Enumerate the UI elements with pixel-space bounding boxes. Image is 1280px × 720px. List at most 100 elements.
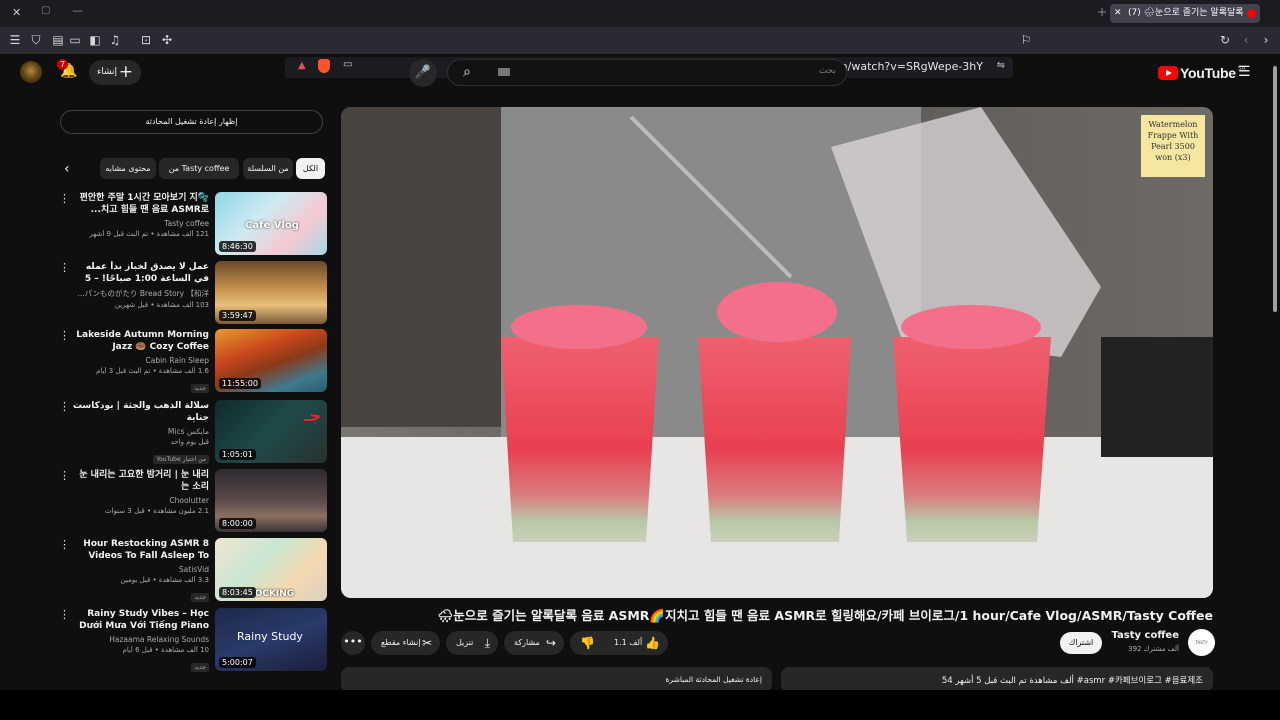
video-thumbnail[interactable]: Cafe Vlog 8:46:30 bbox=[215, 192, 327, 255]
share-label: مشاركة bbox=[514, 638, 540, 647]
chevron-left-icon[interactable]: ‹ bbox=[64, 160, 70, 178]
window-close-icon[interactable]: ✕ bbox=[12, 6, 21, 19]
channel-name[interactable]: Tasty coffee bbox=[1112, 630, 1179, 641]
browser-toolbar: ☰ ⛉ ▤ ▭ ◧ ♫ ⊡ ✣ ▲ ▭ youtube.com/watch?v=… bbox=[0, 27, 1280, 78]
list-item[interactable]: Cafe Vlog 8:46:30 ⋮ 🫧편안한 주말 1시간 모아보기 지치고… bbox=[55, 192, 327, 256]
video-thumbnail[interactable]: 8:00:00 bbox=[215, 469, 327, 532]
list-item[interactable]: RESTOCKING 8:03:45 ⋮ 8 Hour Restocking A… bbox=[55, 538, 327, 602]
video-thumbnail[interactable]: 3:59:47 bbox=[215, 261, 327, 324]
video-stats: قبل يوم واحد bbox=[170, 438, 209, 446]
reload-icon[interactable]: ↻ bbox=[1217, 32, 1233, 48]
menu-icon[interactable]: ☰ bbox=[7, 32, 23, 48]
keyboard-icon[interactable] bbox=[498, 68, 510, 76]
video-stats: 103 ألف مشاهدة • قبل شهرين bbox=[114, 301, 209, 309]
chip-from-channel[interactable]: من Tasty coffee bbox=[159, 158, 239, 179]
like-dislike-group: 👎 1.1 ألف 👍 bbox=[570, 631, 668, 655]
more-options-icon[interactable]: ⋮ bbox=[59, 401, 70, 412]
bookmark-icon[interactable]: ⚐ bbox=[1018, 32, 1034, 48]
background-shelf bbox=[341, 107, 511, 427]
youtube-logo[interactable]: YouTube SA bbox=[1158, 63, 1246, 83]
new-tab-icon[interactable]: + bbox=[1097, 5, 1107, 19]
video-title: 8 Hour Restocking ASMR Videos To Fall As… bbox=[83, 539, 209, 561]
like-button[interactable]: 👍 bbox=[645, 631, 660, 655]
tab-close-icon[interactable]: ✕ bbox=[1114, 4, 1122, 23]
channel-name: Tasty coffee bbox=[164, 219, 209, 228]
channel-avatar[interactable]: TASTY COFFEE bbox=[1188, 629, 1215, 672]
cup-middle bbox=[698, 282, 851, 542]
list-item[interactable]: 11:55:00 ⋮ Lakeside Autumn Morning Jazz … bbox=[55, 329, 327, 393]
back-icon[interactable]: ‹ bbox=[1238, 32, 1254, 48]
scrollbar-thumb[interactable] bbox=[1273, 66, 1277, 312]
thumbnail-caption: Cafe Vlog bbox=[245, 220, 299, 231]
video-title: Rainy Study Vibes – Học Dưới Mưa Với Tiế… bbox=[79, 609, 209, 631]
clip-button[interactable]: إنشاء مقطع ✂ bbox=[371, 631, 440, 655]
active-tab[interactable]: ✕ (7) 🌧눈으로 즐기는 알록달록 bbox=[1110, 4, 1260, 23]
new-badge: جديد bbox=[191, 384, 209, 393]
chip-all[interactable]: الكل bbox=[296, 158, 325, 179]
list-item[interactable]: 3:59:47 ⋮ عمل لا يصدق لخباز بدأ عمله في … bbox=[55, 261, 327, 325]
description-box[interactable]: 54 ألف مشاهدة تم البث قبل 5 أشهر #asmr #… bbox=[781, 667, 1213, 692]
more-options-icon[interactable]: ⋮ bbox=[59, 609, 70, 620]
voice-search-icon[interactable]: 🎤 bbox=[409, 59, 437, 87]
duration-badge: 5:00:07 bbox=[219, 657, 256, 668]
show-chat-replay-button[interactable]: إظهار إعادة تشغيل المحادثة bbox=[60, 110, 323, 134]
more-options-icon[interactable]: ⋮ bbox=[59, 470, 70, 481]
curated-badge: من اختيار YouTube bbox=[153, 455, 209, 464]
list-item[interactable]: Rainy Study 5:00:07 ⋮ Rainy Study Vibes … bbox=[55, 608, 327, 672]
more-actions-icon[interactable]: ••• bbox=[341, 631, 365, 655]
list-item[interactable]: جـ 1:05:01 ⋮ سلالة الذهب والجثة | بودكاس… bbox=[55, 400, 327, 464]
more-options-icon[interactable]: ⋮ bbox=[59, 539, 70, 550]
shield-icon[interactable]: ⛉ bbox=[28, 32, 44, 48]
duration-badge: 8:00:00 bbox=[219, 518, 256, 529]
video-title: 눈 내리는 고요한 밤거리 | 눈 내리는 소리 bbox=[79, 470, 209, 492]
search-box[interactable]: بحث bbox=[447, 59, 847, 86]
chip-related[interactable]: محتوى مشابه bbox=[100, 158, 156, 179]
dislike-button[interactable]: 👎 bbox=[580, 631, 595, 655]
video-thumbnail[interactable]: Rainy Study 5:00:07 bbox=[215, 608, 327, 671]
chip-from-series[interactable]: من السلسلة bbox=[243, 158, 293, 179]
more-options-icon[interactable]: ⋮ bbox=[59, 262, 70, 273]
extensions-icon[interactable]: ✣ bbox=[159, 32, 175, 48]
screenshot-icon[interactable]: ⊡ bbox=[138, 32, 154, 48]
cup-left bbox=[501, 305, 659, 542]
duration-badge: 8:46:30 bbox=[219, 241, 256, 252]
subscriber-count: 392 ألف مشترك bbox=[1128, 645, 1179, 653]
scissors-icon: ✂ bbox=[421, 636, 432, 650]
sidebar-icon[interactable]: ◧ bbox=[87, 32, 103, 48]
more-options-icon[interactable]: ⋮ bbox=[59, 193, 70, 204]
thumbnail-caption: Rainy Study bbox=[237, 630, 303, 643]
search-input[interactable]: بحث bbox=[819, 66, 836, 76]
more-options-icon[interactable]: ⋮ bbox=[59, 330, 70, 341]
window-minimize-icon[interactable]: — bbox=[72, 4, 83, 17]
share-button[interactable]: مشاركة ↪ bbox=[504, 631, 564, 655]
reader-icon[interactable]: ▭ bbox=[67, 32, 83, 48]
video-stats: 1.6 ألف مشاهدة • تم البث قبل 3 أيام bbox=[96, 367, 209, 375]
window-maximize-icon[interactable]: ▢ bbox=[41, 5, 50, 16]
list-item[interactable]: 8:00:00 ⋮ 눈 내리는 고요한 밤거리 | 눈 내리는 소리 Chool… bbox=[55, 469, 327, 533]
notification-badge: 7 bbox=[57, 59, 69, 70]
duration-badge: 1:05:01 bbox=[219, 449, 256, 460]
video-thumbnail[interactable]: RESTOCKING 8:03:45 bbox=[215, 538, 327, 601]
guide-menu-icon[interactable]: ☰ bbox=[1238, 65, 1252, 79]
share-icon: ↪ bbox=[545, 636, 556, 650]
notifications-bell-icon[interactable]: 🔔 7 bbox=[57, 59, 77, 79]
music-icon[interactable]: ♫ bbox=[107, 32, 123, 48]
filter-chips: محتوى مشابه من Tasty coffee من السلسلة ا… bbox=[60, 158, 326, 180]
create-button[interactable]: إنشاء + bbox=[89, 60, 141, 85]
avatar[interactable] bbox=[20, 61, 42, 83]
tabs-icon[interactable]: ▤ bbox=[50, 32, 66, 48]
channel-info: TASTY COFFEE Tasty coffee 392 ألف مشترك bbox=[1060, 628, 1215, 672]
thumbnail-logo-icon: جـ bbox=[304, 406, 321, 425]
video-player[interactable]: Watermelon Frappe With Pearl 3500 won (x… bbox=[341, 107, 1213, 598]
search-icon[interactable]: ⌕ bbox=[452, 60, 482, 85]
live-chat-replay-panel[interactable]: إعادة تشغيل المحادثة المباشرة bbox=[341, 667, 772, 692]
forward-icon[interactable]: › bbox=[1258, 32, 1274, 48]
video-thumbnail[interactable]: جـ 1:05:01 bbox=[215, 400, 327, 463]
download-button[interactable]: تنزيل ⤓ bbox=[446, 631, 498, 655]
video-meta: 눈 내리는 고요한 밤거리 | 눈 내리는 소리 Choolutter 2.1 … bbox=[72, 469, 209, 515]
video-thumbnail[interactable]: 11:55:00 bbox=[215, 329, 327, 392]
video-title: 🌧눈으로 즐기는 알록달록 음료 ASMR🌈지치고 힘들 땐 음료 ASMR로 … bbox=[437, 608, 1213, 623]
youtube-wordmark: YouTube bbox=[1180, 65, 1236, 81]
like-count: 1.1 ألف bbox=[614, 638, 643, 647]
channel-name: パンものがたり Bread Story 【和洋... bbox=[77, 289, 209, 298]
